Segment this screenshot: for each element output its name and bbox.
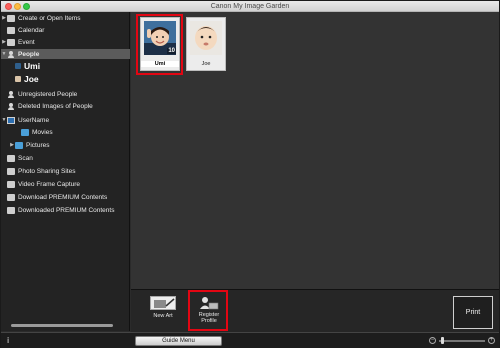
sidebar-item-label: UserName — [18, 116, 50, 124]
sidebar-item-movies[interactable]: Movies — [1, 127, 130, 137]
sidebar-item-scan[interactable]: Scan — [1, 153, 130, 163]
sidebar-item-label: Deleted Images of People — [18, 102, 93, 110]
sidebar-scrollbar[interactable] — [11, 324, 113, 327]
new-art-icon — [150, 296, 176, 310]
zoom-slider[interactable] — [439, 340, 485, 342]
people-icon — [7, 50, 15, 58]
sidebar-item-label: People — [18, 50, 40, 58]
highlight-box-register-profile — [188, 290, 228, 331]
sidebar-item-label: Unregistered People — [18, 90, 78, 98]
sidebar: ▶ Create or Open Items Calendar ▶ Event … — [1, 12, 130, 331]
sidebar-item-label: Video Frame Capture — [18, 180, 81, 188]
status-bar: i Guide Menu − + — [1, 332, 499, 348]
computer-icon — [7, 116, 15, 124]
sidebar-item-label: Download PREMIUM Contents — [18, 193, 108, 201]
zoom-in-icon[interactable]: + — [488, 337, 495, 344]
event-icon — [7, 38, 15, 46]
sidebar-item-joe[interactable]: Joe — [1, 73, 130, 85]
sidebar-item-download-premium-contents[interactable]: Download PREMIUM Contents — [1, 192, 130, 202]
window-title: Canon My Image Garden — [210, 3, 290, 10]
bottom-toolbar: New Art Register Profile Print — [131, 289, 499, 332]
sidebar-item-username[interactable]: ▼ UserName — [1, 115, 130, 125]
person-photo-joe — [190, 21, 222, 55]
new-art-button[interactable]: New Art — [145, 296, 181, 328]
print-button[interactable]: Print — [453, 296, 493, 329]
sidebar-item-event[interactable]: ▶ Event — [1, 37, 130, 47]
download-icon — [7, 193, 15, 201]
sidebar-item-label: Joe — [24, 74, 39, 84]
sidebar-item-label: Photo Sharing Sites — [18, 167, 76, 175]
zoom-out-icon[interactable]: − — [429, 337, 436, 344]
zoom-slider-thumb[interactable] — [441, 337, 445, 344]
sidebar-item-label: Create or Open Items — [18, 14, 81, 22]
info-icon[interactable]: i — [7, 336, 9, 345]
people-thumbnail-area: 10 Umi Joe — [131, 12, 499, 289]
downloaded-icon — [7, 206, 15, 214]
person-name-label: Joe — [201, 61, 211, 67]
app-window: Canon My Image Garden ▶ Create or Open I… — [0, 0, 500, 348]
title-bar: Canon My Image Garden — [1, 1, 499, 12]
folder-icon — [15, 141, 23, 149]
folder-icon — [21, 128, 29, 136]
sidebar-item-photo-sharing-sites[interactable]: Photo Sharing Sites — [1, 166, 130, 176]
sidebar-item-unregistered-people[interactable]: Unregistered People — [1, 89, 130, 99]
video-icon — [7, 180, 15, 188]
sidebar-item-create-or-open-items[interactable]: ▶ Create or Open Items — [1, 13, 130, 23]
sidebar-item-umi[interactable]: Umi — [1, 61, 130, 71]
umi-thumb-icon — [15, 63, 21, 69]
guide-menu-button[interactable]: Guide Menu — [135, 336, 222, 346]
sidebar-item-label: Event — [18, 38, 35, 46]
sidebar-item-deleted-images-of-people[interactable]: Deleted Images of People — [1, 101, 130, 111]
create-icon — [7, 14, 15, 22]
sidebar-item-pictures[interactable]: ▶ Pictures — [1, 140, 130, 150]
sidebar-item-label: Movies — [32, 128, 53, 136]
new-art-label: New Art — [153, 313, 173, 319]
sidebar-item-label: Scan — [18, 154, 33, 162]
person-card-joe[interactable]: Joe — [186, 17, 226, 71]
sidebar-item-label: Downloaded PREMIUM Contents — [18, 206, 115, 214]
sidebar-item-calendar[interactable]: Calendar — [1, 25, 130, 35]
joe-thumb-icon — [15, 76, 21, 82]
scan-icon — [7, 154, 15, 162]
person-icon — [7, 90, 15, 98]
sidebar-item-label: Pictures — [26, 141, 50, 149]
sidebar-item-label: Umi — [24, 61, 41, 71]
highlight-box-umi — [136, 14, 183, 75]
sidebar-item-video-frame-capture[interactable]: Video Frame Capture — [1, 179, 130, 189]
photo-sharing-icon — [7, 167, 15, 175]
sidebar-item-people[interactable]: ▼ People — [1, 49, 130, 59]
sidebar-item-downloaded-premium-contents[interactable]: Downloaded PREMIUM Contents — [1, 205, 130, 215]
calendar-icon — [7, 26, 15, 34]
person-icon — [7, 102, 15, 110]
sidebar-item-label: Calendar — [18, 26, 45, 34]
